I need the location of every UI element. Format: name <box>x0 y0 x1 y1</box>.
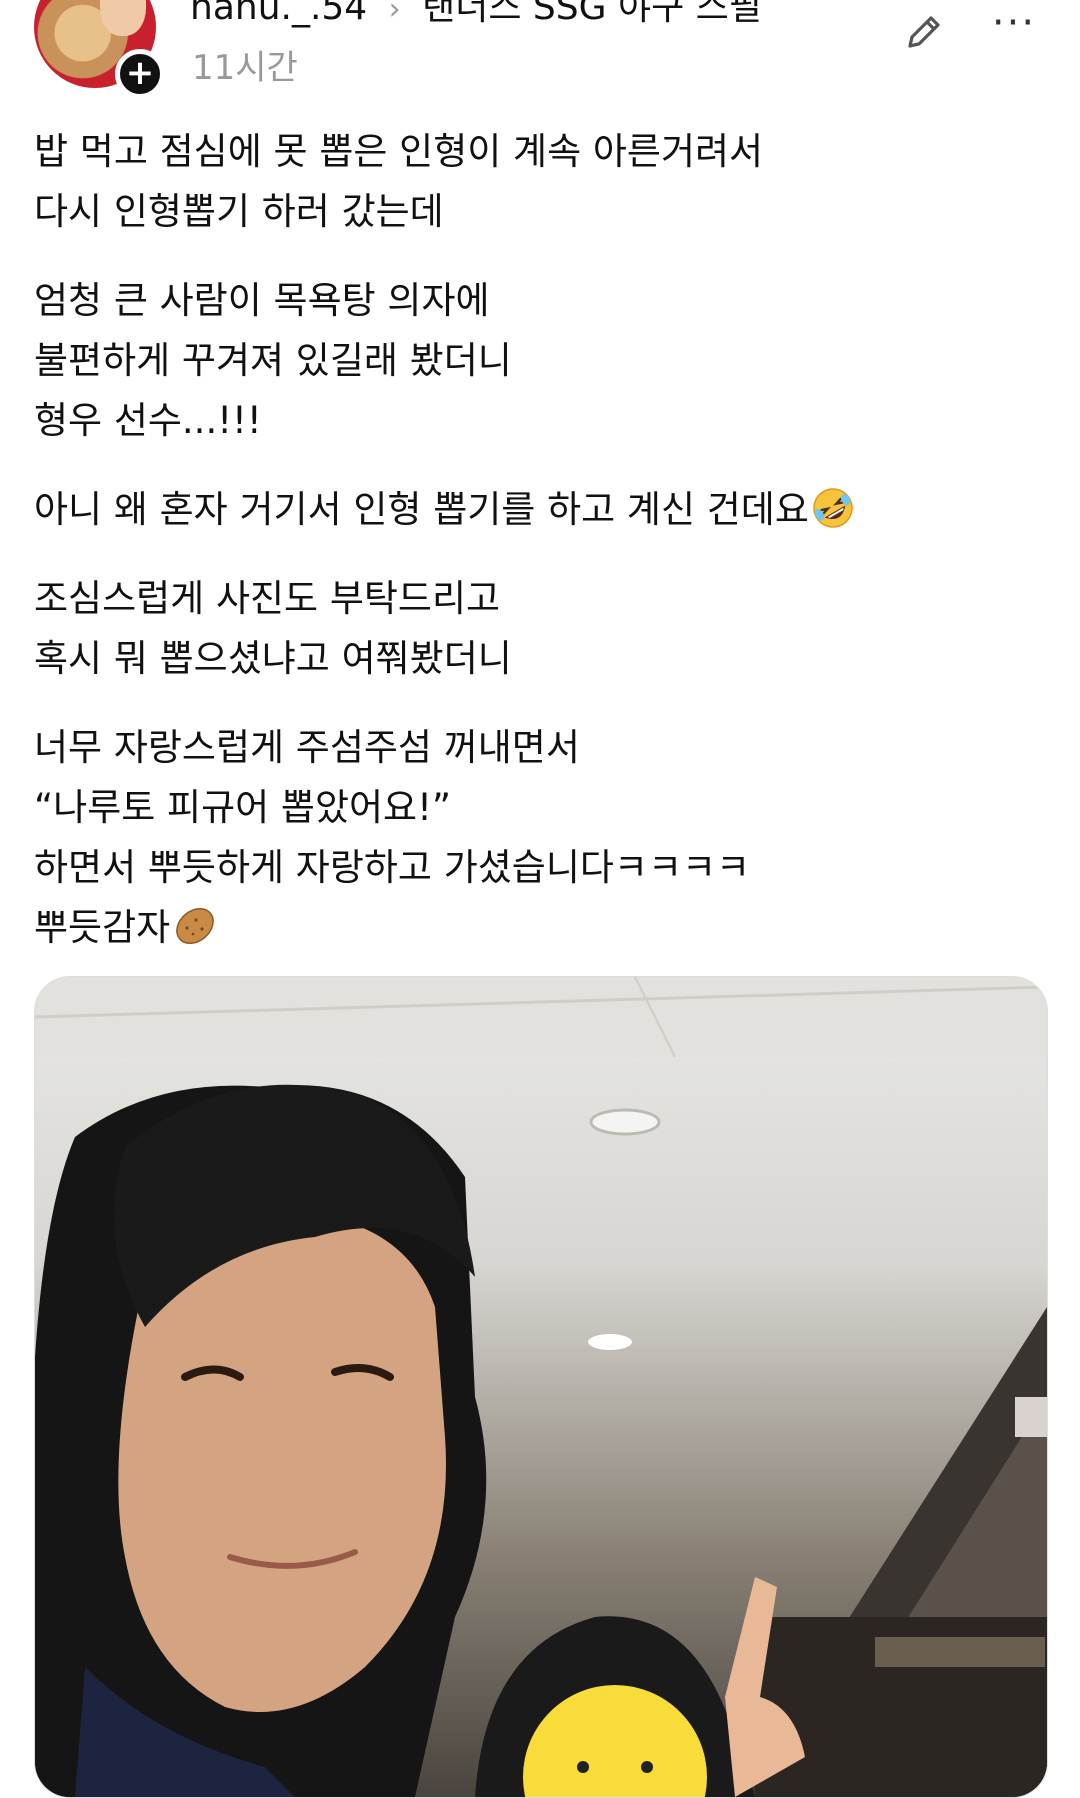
chevron-right-icon: › <box>388 0 401 27</box>
author-line: nanu._.54 › 랜더스 SSG 야구 스필 <box>190 0 762 30</box>
follow-button[interactable]: + <box>115 49 165 99</box>
post-time: 11시간 <box>192 48 298 88</box>
paragraph: 조심스럽게 사진도 부탁드리고 혹시 뭐 뽑으셨냐고 여쭤봤더니 <box>34 569 1034 689</box>
post-text: 밥 먹고 점심에 못 뽑은 인형이 계속 아른거려서 다시 인형뽑기 하러 갔는… <box>34 122 1034 987</box>
post-photo[interactable] <box>34 976 1048 1798</box>
paragraph: 아니 왜 혼자 거기서 인형 뽑기를 하고 계신 건데요 <box>34 480 1034 540</box>
line-text: 뿌듯감자 <box>34 906 171 949</box>
text-line: 형우 선수...!!! <box>34 399 262 442</box>
text-line: 하면서 뿌듯하게 자랑하고 가셨습니다ㅋㅋㅋㅋ <box>34 846 751 889</box>
plus-icon: + <box>125 53 155 93</box>
more-dots-icon: ··· <box>991 0 1037 46</box>
edit-button[interactable] <box>900 8 948 56</box>
post-header: + nanu._.54 › 랜더스 SSG 야구 스필 11시간 ··· <box>0 0 1080 110</box>
text-line: 뿌듯감자 <box>34 898 1034 958</box>
text-line: 혹시 뭐 뽑으셨냐고 여쭤봤더니 <box>34 637 512 680</box>
text-line: 불편하게 꾸겨져 있길래 봤더니 <box>34 339 512 382</box>
line-text: 아니 왜 혼자 거기서 인형 뽑기를 하고 계신 건데요 <box>34 488 809 531</box>
username[interactable]: nanu._.54 <box>190 0 367 28</box>
text-line: 조심스럽게 사진도 부탁드리고 <box>34 577 501 620</box>
text-line: 너무 자랑스럽게 주섬주섬 꺼내면서 <box>34 726 580 769</box>
text-line: 다시 인형뽑기 하러 갔는데 <box>34 190 444 233</box>
pencil-icon <box>908 16 940 48</box>
paragraph: 너무 자랑스럽게 주섬주섬 꺼내면서 “나루토 피규어 뽑았어요!” 하면서 뿌… <box>34 718 1034 958</box>
text-line: 엄청 큰 사람이 목욕탕 의자에 <box>34 279 490 322</box>
more-button[interactable]: ··· <box>988 3 1040 52</box>
paragraph: 엄청 큰 사람이 목욕탕 의자에 불편하게 꾸겨져 있길래 봤더니 형우 선수.… <box>34 271 1034 451</box>
text-line: 아니 왜 혼자 거기서 인형 뽑기를 하고 계신 건데요 <box>34 480 1034 540</box>
text-line: 밥 먹고 점심에 못 뽑은 인형이 계속 아른거려서 <box>34 130 764 173</box>
photo-illustration <box>35 977 1047 1797</box>
rolling-on-floor-laughing-emoji <box>811 486 855 548</box>
community-name[interactable]: 랜더스 SSG 야구 스필 <box>422 0 762 28</box>
potato-emoji <box>172 902 218 966</box>
text-line: “나루토 피규어 뽑았어요!” <box>34 786 452 829</box>
avatar-face <box>100 0 146 36</box>
paragraph: 밥 먹고 점심에 못 뽑은 인형이 계속 아른거려서 다시 인형뽑기 하러 갔는… <box>34 122 1034 242</box>
